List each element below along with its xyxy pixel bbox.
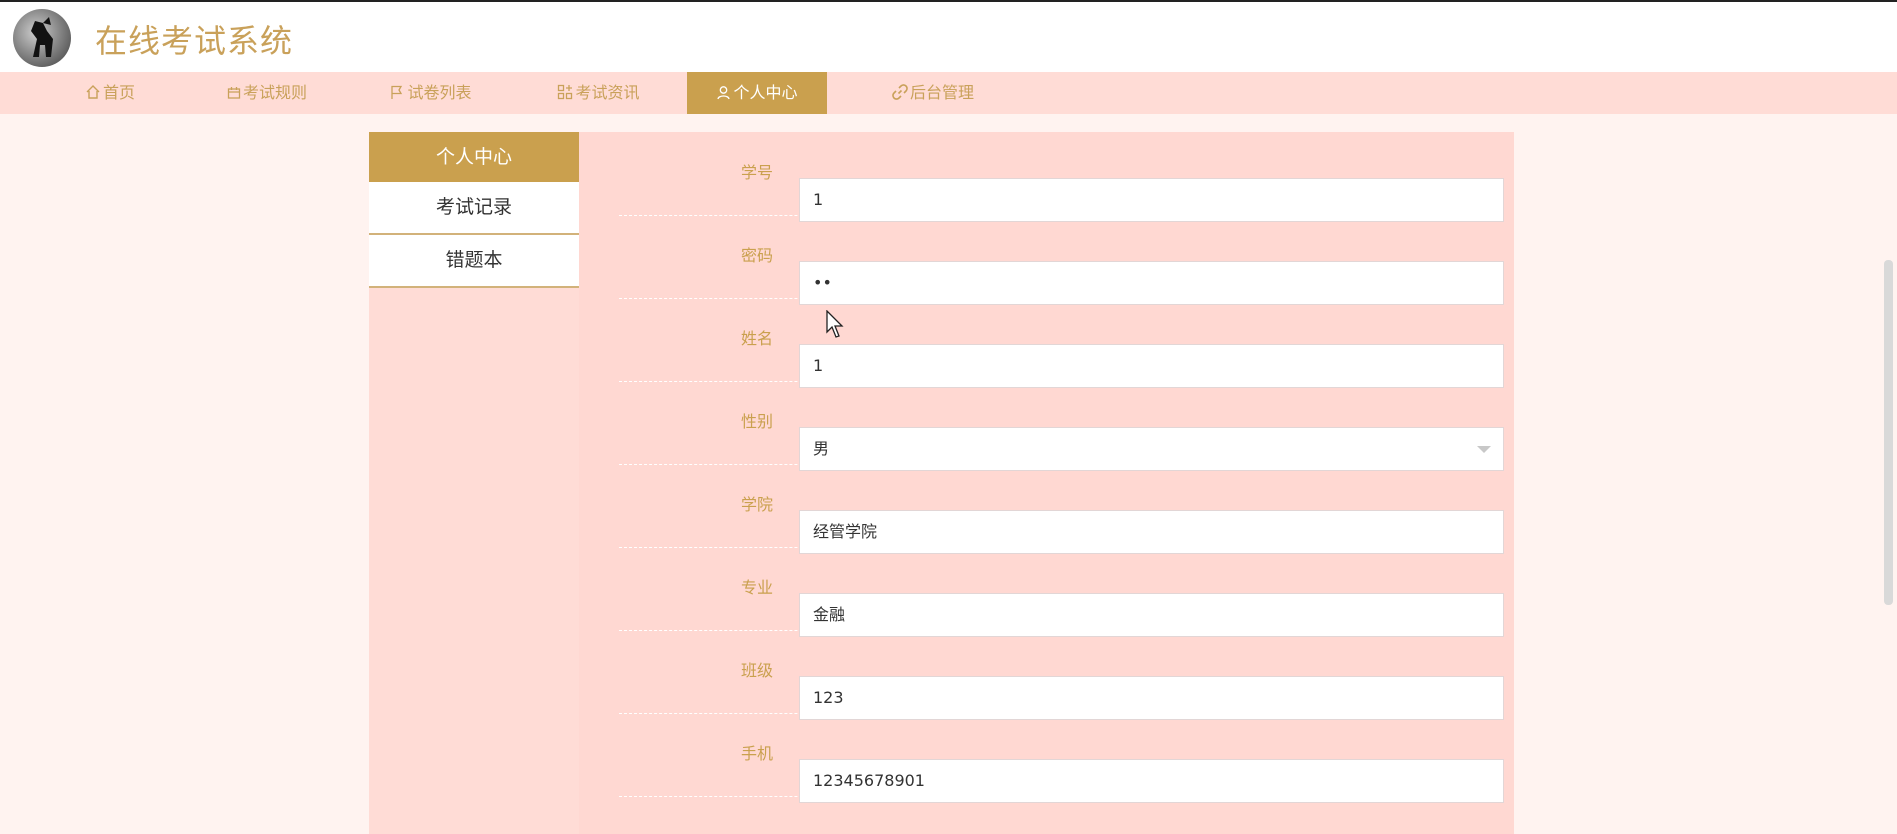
flag-icon [391, 85, 403, 99]
sidebar: 个人中心 考试记录 错题本 [369, 132, 579, 834]
nav-item-label: 考试规则 [242, 83, 307, 102]
sidebar-title[interactable]: 个人中心 [369, 132, 579, 182]
nav-item-label: 试卷列表 [407, 83, 472, 102]
site-logo[interactable] [13, 9, 71, 67]
form-row-password: 密码 •• [619, 215, 1504, 305]
nav-item-paper-list[interactable]: 试卷列表 [376, 72, 486, 114]
calendar-icon [227, 87, 241, 99]
nav-item-personal-center[interactable]: 个人中心 [687, 72, 827, 114]
page-scrollbar[interactable] [1884, 260, 1893, 605]
phone-field[interactable]: 12345678901 [799, 759, 1504, 803]
nav-item-label: 个人中心 [733, 83, 798, 102]
nav-item-label: 考试资讯 [575, 83, 640, 102]
gender-select-value: 男 [813, 439, 830, 458]
sidebar-item-wrong-questions[interactable]: 错题本 [369, 235, 579, 288]
top-nav: 首页 考试规则 试卷列表 考试资讯 个人中心 后台管理 [0, 72, 1897, 114]
link-icon [892, 84, 908, 100]
chevron-down-icon [1477, 446, 1491, 453]
form-row-student-id: 学号 1 [619, 132, 1504, 222]
form-row-class: 班级 123 [619, 630, 1504, 720]
form-row-college: 学院 经管学院 [619, 464, 1504, 554]
form-row-major: 专业 金融 [619, 547, 1504, 637]
user-icon [717, 86, 731, 100]
form-row-phone: 手机 12345678901 [619, 713, 1504, 803]
nav-item-label: 首页 [102, 83, 135, 102]
nav-item-exam-rules[interactable]: 考试规则 [212, 72, 322, 114]
nav-item-exam-news[interactable]: 考试资讯 [541, 72, 656, 114]
nav-item-admin[interactable]: 后台管理 [878, 72, 988, 114]
nav-item-home[interactable]: 首页 [60, 72, 160, 114]
mouse-cursor-icon [826, 310, 844, 338]
sidebar-item-exam-records[interactable]: 考试记录 [369, 182, 579, 235]
site-header: 在线考试系统 [0, 2, 1897, 72]
site-title: 在线考试系统 [95, 22, 294, 60]
dog-logo-icon [31, 17, 53, 57]
profile-form-panel: 学号 1 密码 •• 姓名 1 性别 男 学院 经管学院 专业 金融 班级 12… [579, 132, 1514, 834]
home-icon [86, 85, 100, 99]
form-row-name: 姓名 1 [619, 298, 1504, 388]
news-icon [558, 84, 573, 100]
nav-item-label: 后台管理 [909, 83, 974, 102]
field-label: 手机 [740, 744, 773, 763]
form-row-gender: 性别 男 [619, 381, 1504, 471]
